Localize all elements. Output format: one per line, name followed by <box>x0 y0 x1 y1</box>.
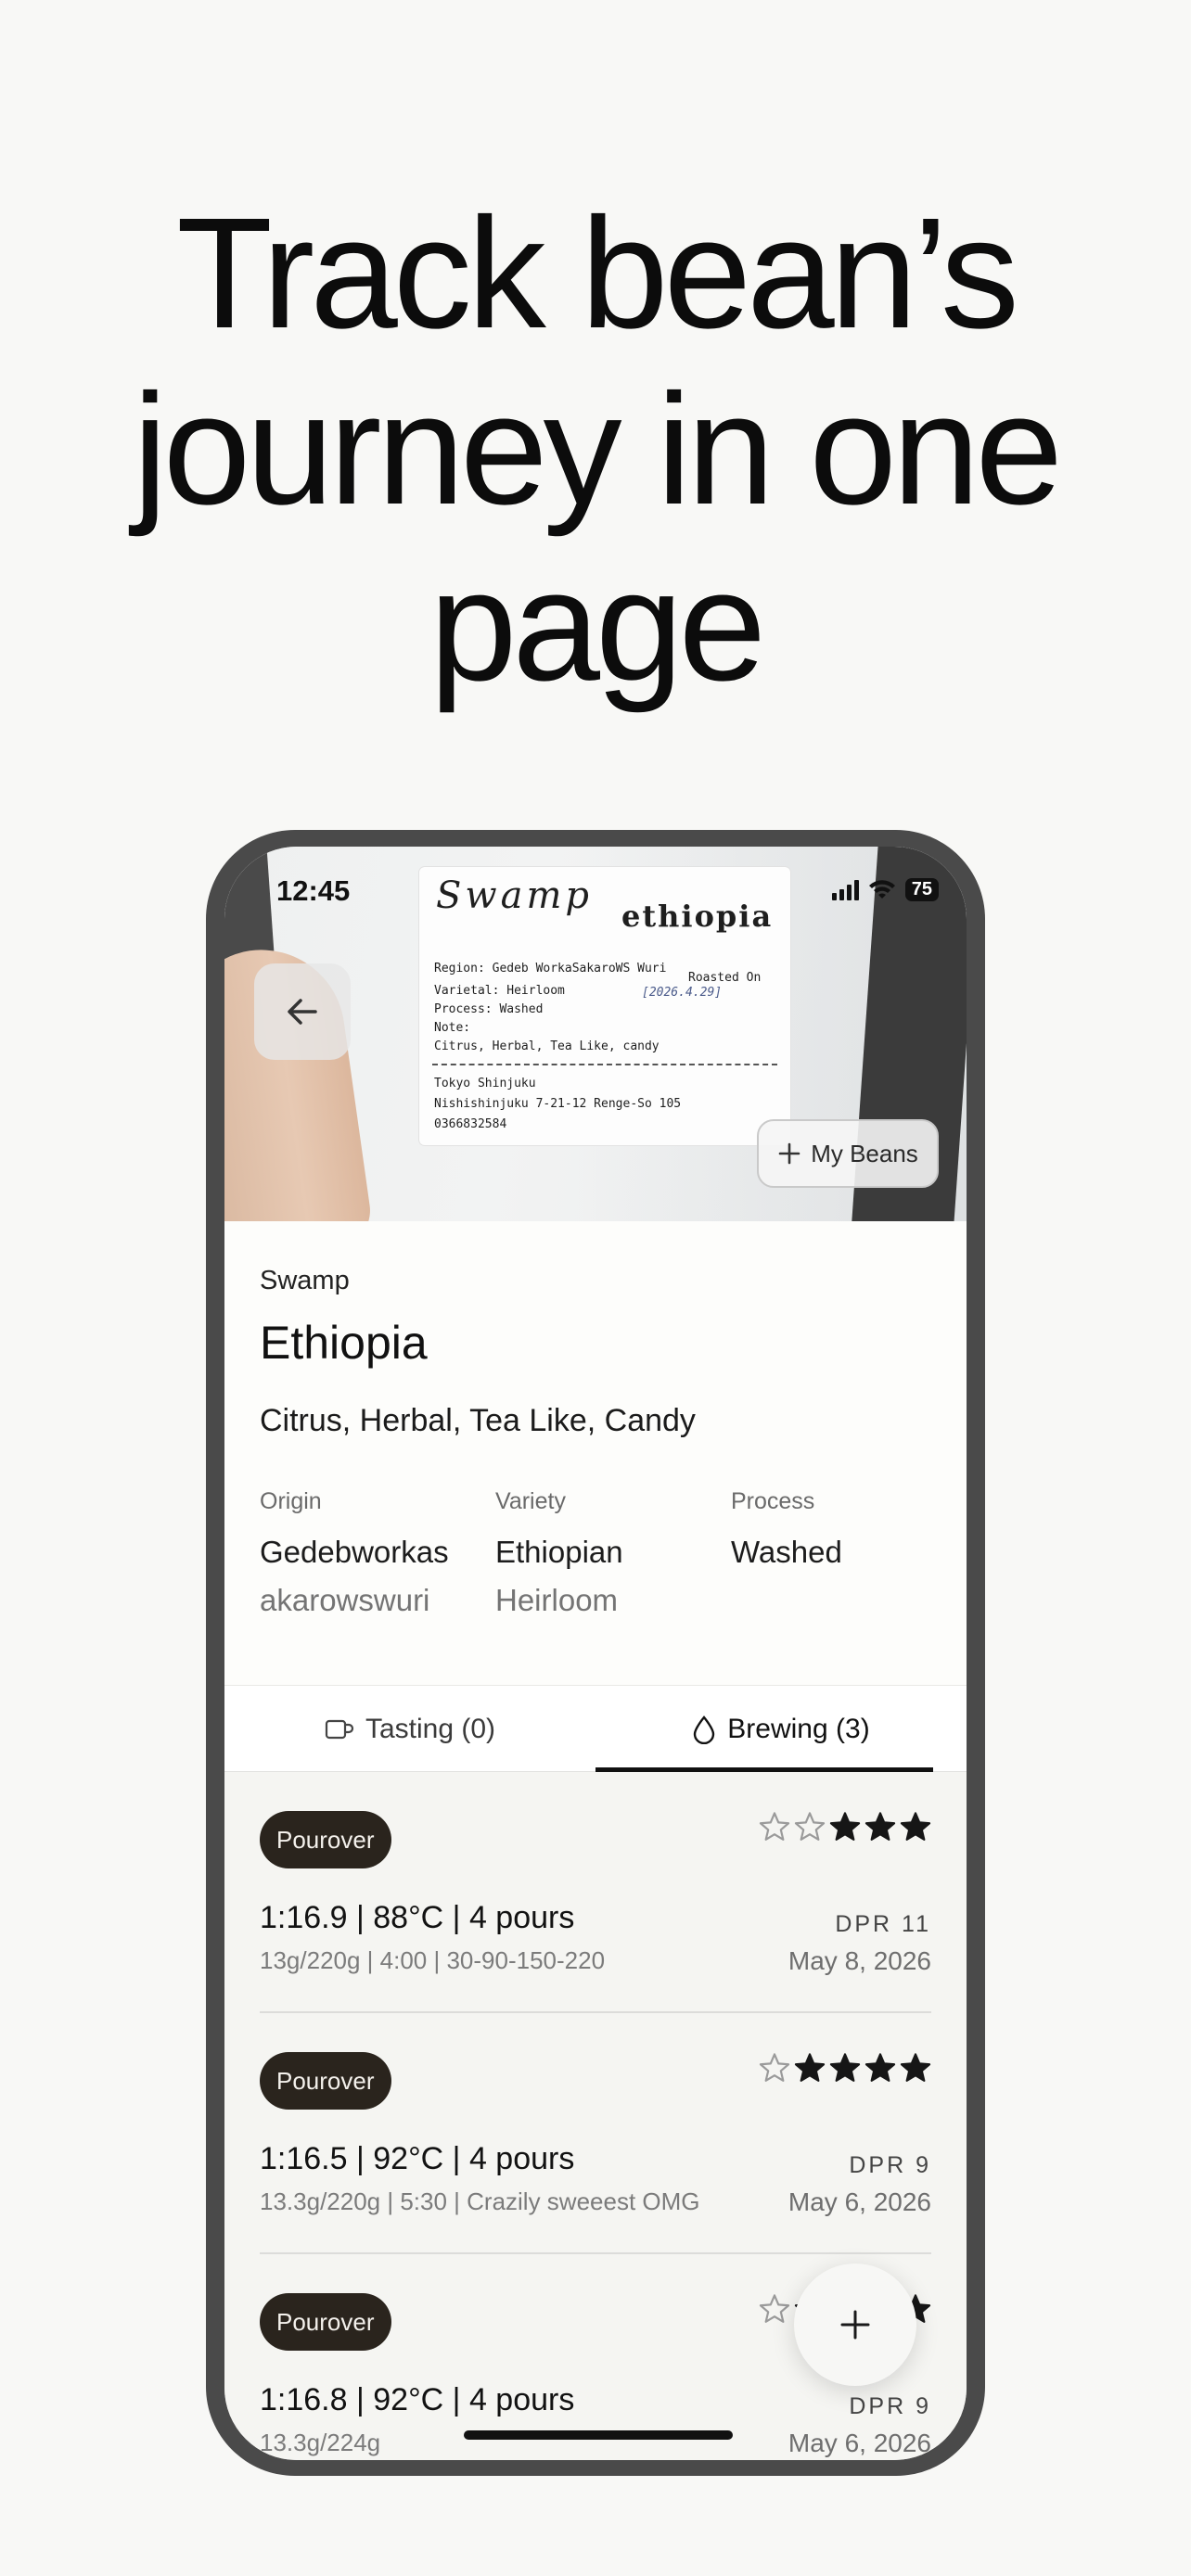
cup-icon <box>325 1719 354 1740</box>
star-rating <box>759 2052 931 2084</box>
battery-icon: 75 <box>904 878 939 901</box>
home-indicator <box>464 2430 733 2440</box>
brew-method-badge: Pourover <box>260 2052 391 2110</box>
brew-date: May 8, 2026 <box>788 1946 931 1975</box>
star-empty-icon <box>759 2294 790 2323</box>
bean-photo: Swamp ethiopia Region: Gedeb WorkaSakaro… <box>224 847 967 1221</box>
brew-recipe: 13.3g/224g <box>260 2429 381 2456</box>
bag-label-phone: 0366832584 <box>434 1117 507 1131</box>
phone-frame: Swamp ethiopia Region: Gedeb WorkaSakaro… <box>206 830 985 2476</box>
attribute-value: Ethiopian Heirloom <box>495 1535 623 1617</box>
attribute-origin: Origin Gedebworkas akarowswuri <box>260 1488 482 1625</box>
attribute-label: Process <box>731 1488 815 1514</box>
tab-bar: Tasting (0) Brewing (3) <box>224 1685 967 1772</box>
brew-recipe: 13g/220g | 4:00 | 30-90-150-220 <box>260 1946 606 1974</box>
star-empty-icon <box>759 1812 790 1841</box>
attribute-process: Process Washed <box>731 1488 954 1576</box>
brew-dpr: DPR 9 <box>849 2152 931 2178</box>
brew-ratio: 1:16.8 | 92°C | 4 pours <box>260 2382 575 2417</box>
bag-label-note: Note: <box>434 1021 471 1035</box>
tab-brewing-label: Brewing (3) <box>727 1714 870 1744</box>
star-filled-icon <box>900 1812 931 1841</box>
tab-tasting[interactable]: Tasting (0) <box>224 1686 596 1773</box>
add-brew-button[interactable] <box>794 2264 916 2386</box>
tab-brewing[interactable]: Brewing (3) <box>596 1686 967 1773</box>
headline-line-1: Track bean’s <box>176 185 1019 362</box>
bag-label-flavors: Citrus, Herbal, Tea Like, candy <box>434 1039 660 1053</box>
brew-method-badge: Pourover <box>260 2293 391 2351</box>
arrow-left-icon <box>288 999 317 1025</box>
attribute-value: Gedebworkas akarowswuri <box>260 1535 449 1617</box>
star-filled-icon <box>829 2053 861 2082</box>
wifi-icon <box>868 879 895 899</box>
app-screen: Swamp ethiopia Region: Gedeb WorkaSakaro… <box>224 847 967 2460</box>
star-empty-icon <box>794 1812 826 1841</box>
brew-ratio: 1:16.9 | 88°C | 4 pours <box>260 1900 575 1935</box>
brew-dpr: DPR 9 <box>849 2393 931 2419</box>
brew-date: May 6, 2026 <box>788 2187 931 2216</box>
star-filled-icon <box>794 2053 826 2082</box>
my-beans-label: My Beans <box>811 1139 918 1167</box>
brew-date: May 6, 2026 <box>788 2429 931 2457</box>
bag-label-address-2: Nishishinjuku 7-21-12 Renge-So 105 <box>434 1097 682 1111</box>
bag-label-address-1: Tokyo Shinjuku <box>434 1077 536 1090</box>
status-bar: 12:45 75 <box>224 847 967 930</box>
status-time: 12:45 <box>276 874 351 907</box>
bag-label-process: Process: Washed <box>434 1002 544 1016</box>
headline-line-2: journey in one <box>133 362 1063 538</box>
brew-card[interactable]: Pourover 1:16.5 | 92°C | 4 pours 13.3g/2… <box>260 2013 931 2254</box>
plus-icon <box>778 1142 800 1165</box>
back-button[interactable] <box>254 963 351 1060</box>
bag-label-varietal: Varietal: Heirloom <box>434 984 565 998</box>
tab-tasting-label: Tasting (0) <box>365 1714 496 1744</box>
bean-info: Swamp Ethiopia Citrus, Herbal, Tea Like,… <box>224 1221 967 1685</box>
headline: Track bean’s journey in one page <box>0 185 1191 714</box>
cellular-signal-icon <box>831 879 859 900</box>
star-filled-icon <box>829 1812 861 1841</box>
bean-name: Ethiopia <box>260 1317 428 1369</box>
star-rating <box>759 1811 931 1843</box>
drop-icon <box>694 1715 715 1744</box>
roaster-name: Swamp <box>260 1266 350 1295</box>
brew-card[interactable]: Pourover 1:16.9 | 88°C | 4 pours 13g/220… <box>260 1772 931 2013</box>
star-filled-icon <box>864 1812 896 1841</box>
attribute-variety: Variety Ethiopian Heirloom <box>495 1488 718 1625</box>
headline-line-3: page <box>429 538 766 714</box>
attribute-value: Washed <box>731 1535 842 1569</box>
star-empty-icon <box>759 2053 790 2082</box>
attribute-label: Variety <box>495 1488 566 1514</box>
brew-recipe: 13.3g/220g | 5:30 | Crazily sweeest OMG <box>260 2187 700 2215</box>
brew-dpr: DPR 11 <box>835 1911 931 1937</box>
star-filled-icon <box>864 2053 896 2082</box>
plus-icon <box>840 2310 870 2340</box>
bag-label-region: Region: Gedeb WorkaSakaroWS Wuri <box>434 962 667 976</box>
bag-label-roast-date: [2026.4.29] <box>642 986 723 1000</box>
brew-ratio: 1:16.5 | 92°C | 4 pours <box>260 2141 575 2176</box>
star-filled-icon <box>900 2053 931 2082</box>
brew-method-badge: Pourover <box>260 1811 391 1868</box>
add-to-my-beans-button[interactable]: My Beans <box>757 1119 939 1188</box>
bag-label-roasted-on: Roasted On <box>688 971 762 985</box>
attribute-label: Origin <box>260 1488 322 1514</box>
tasting-notes: Citrus, Herbal, Tea Like, Candy <box>260 1403 696 1438</box>
